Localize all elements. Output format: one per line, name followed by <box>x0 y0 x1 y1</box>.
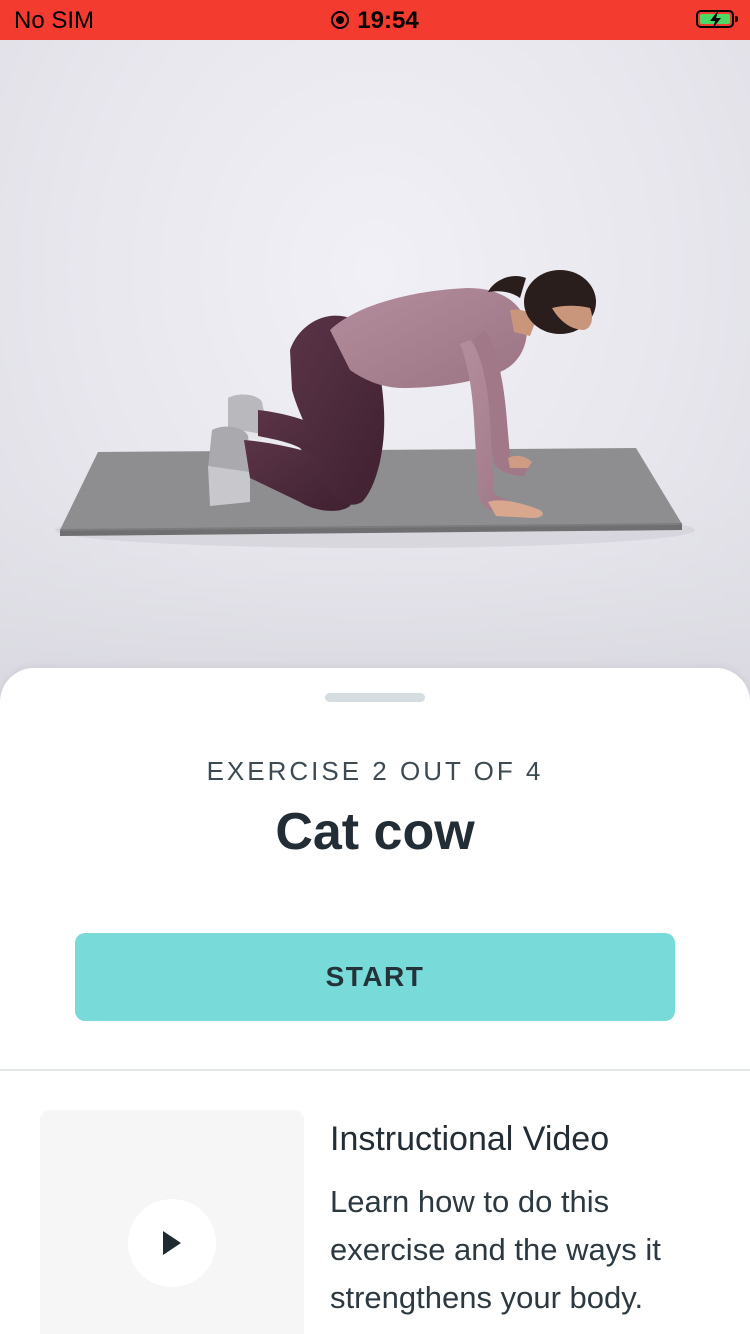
sheet-drag-handle[interactable] <box>325 693 425 702</box>
battery-charging-icon <box>696 10 738 28</box>
video-title: Instructional Video <box>330 1120 610 1158</box>
screen-recording-icon <box>331 11 350 29</box>
status-bar: No SIM 19:54 <box>0 0 750 40</box>
exercise-counter: EXERCISE 2 OUT OF 4 <box>206 756 544 786</box>
exercise-illustration <box>0 270 750 700</box>
instructional-video-card[interactable]: Instructional Video Learn how to do this… <box>0 1110 750 1334</box>
play-icon <box>163 1231 181 1255</box>
status-center: 19:54 <box>0 7 750 35</box>
battery-nub <box>735 16 738 22</box>
screen: No SIM 19:54 EXERCISE 2 OUT OF 4 Cat cow… <box>0 0 750 1334</box>
video-thumbnail[interactable] <box>40 1110 304 1334</box>
play-button[interactable] <box>128 1199 216 1287</box>
lightning-bolt-icon <box>710 12 721 28</box>
exercise-sheet: EXERCISE 2 OUT OF 4 Cat cow START Instru… <box>0 668 750 1334</box>
video-description: Learn how to do this exercise and the wa… <box>330 1184 661 1315</box>
start-button-label: START <box>325 961 425 992</box>
status-time: 19:54 <box>357 7 419 34</box>
exercise-title: Cat cow <box>275 803 475 861</box>
divider <box>0 1069 750 1071</box>
start-button[interactable]: START <box>75 933 675 1021</box>
exercise-demo-photo <box>0 40 750 700</box>
